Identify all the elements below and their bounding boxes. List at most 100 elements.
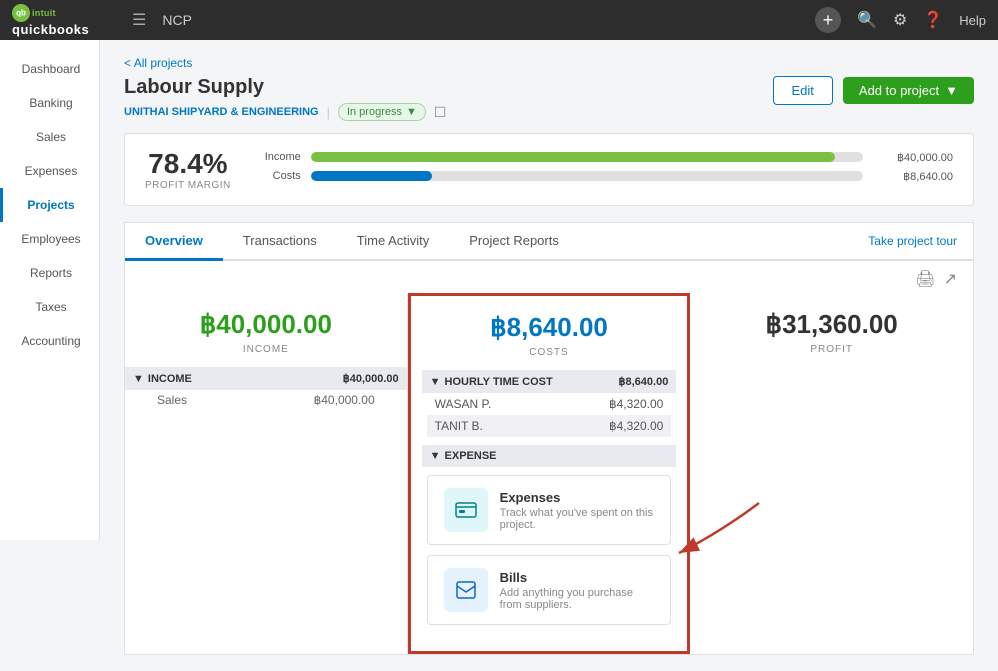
status-badge[interactable]: In progress ▼ xyxy=(338,103,426,121)
income-detail-header-amount: ฿40,000.00 xyxy=(343,372,399,385)
income-item-sales-amount: ฿40,000.00 xyxy=(314,393,375,407)
expense-collapse-icon[interactable]: ▼ xyxy=(430,450,441,462)
progress-section: 78.4% PROFIT MARGIN Income ฿40,000.00 Co… xyxy=(124,133,974,206)
status-label: In progress xyxy=(347,106,402,118)
tab-transactions[interactable]: Transactions xyxy=(223,223,337,261)
bills-card-text: Bills Add anything you purchase from sup… xyxy=(500,570,655,611)
print-icon[interactable]: 🖨 xyxy=(915,269,935,289)
wasan-label: WASAN P. xyxy=(435,397,492,411)
income-bar-amount: ฿40,000.00 xyxy=(873,151,953,164)
hourly-cost-label: HOURLY TIME COST xyxy=(445,376,553,388)
costs-bar-amount: ฿8,640.00 xyxy=(873,170,953,183)
expenses-card-icon xyxy=(444,488,488,532)
wasan-amount: ฿4,320.00 xyxy=(609,397,663,411)
project-title: Labour Supply xyxy=(124,76,446,99)
costs-bar-fill xyxy=(311,171,432,181)
tab-time-activity[interactable]: Time Activity xyxy=(337,223,449,261)
income-detail-item-sales: Sales ฿40,000.00 xyxy=(141,390,391,410)
help-circle-icon[interactable]: ❓ xyxy=(923,10,943,30)
main-content: All projects Labour Supply UNITHAI SHIPY… xyxy=(100,40,998,671)
costs-cell: ฿8,640.00 COSTS ▼ HOURLY TIME COST ฿8,64… xyxy=(408,293,691,654)
costs-amount: ฿8,640.00 xyxy=(427,312,672,343)
add-button[interactable]: + xyxy=(815,7,841,33)
expense-label: EXPENSE xyxy=(445,450,497,462)
sidebar-item-banking[interactable]: Banking xyxy=(0,86,99,120)
sidebar: Dashboard Banking Sales Expenses Project… xyxy=(0,40,100,540)
hamburger-icon[interactable]: ☰ xyxy=(132,10,146,30)
project-header: Labour Supply UNITHAI SHIPYARD & ENGINEE… xyxy=(124,76,974,121)
expenses-card-desc: Track what you've spent on this project. xyxy=(500,507,655,531)
income-collapse-icon[interactable]: ▼ xyxy=(133,373,144,385)
add-chevron-icon: ▼ xyxy=(945,83,958,98)
bookmark-icon[interactable]: ☐ xyxy=(434,104,447,121)
quickbooks-logo-icon: qb xyxy=(12,4,30,22)
income-cell: ฿40,000.00 INCOME ▼ INCOME ฿40,000.00 xyxy=(125,293,408,654)
costs-bar-row: Costs ฿8,640.00 xyxy=(261,170,953,183)
add-to-project-label: Add to project xyxy=(859,83,939,98)
status-chevron-icon: ▼ xyxy=(406,106,417,118)
bills-card-title: Bills xyxy=(500,570,655,585)
profit-cell: ฿31,360.00 PROFIT xyxy=(690,293,973,654)
income-bar-row: Income ฿40,000.00 xyxy=(261,151,953,164)
top-navigation: qb intuit quickbooks ☰ NCP + 🔍 ⚙ ❓ Help xyxy=(0,0,998,40)
logo-area: qb intuit quickbooks xyxy=(12,4,132,37)
edit-button[interactable]: Edit xyxy=(773,76,833,105)
expense-cards-container: Expenses Track what you've spent on this… xyxy=(427,475,672,625)
add-to-project-button[interactable]: Add to project ▼ xyxy=(843,77,974,104)
settings-icon[interactable]: ⚙ xyxy=(893,10,907,30)
tabs-bar: Overview Transactions Time Activity Proj… xyxy=(124,222,974,261)
profit-label: PROFIT xyxy=(706,344,957,355)
sidebar-item-taxes[interactable]: Taxes xyxy=(0,290,99,324)
hourly-item-tanit: TANIT B. ฿4,320.00 xyxy=(427,415,672,437)
summary-grid: ฿40,000.00 INCOME ▼ INCOME ฿40,000.00 xyxy=(124,293,974,655)
breadcrumb[interactable]: All projects xyxy=(124,56,974,70)
income-bar-label: Income xyxy=(261,151,301,163)
sidebar-item-employees[interactable]: Employees xyxy=(0,222,99,256)
income-bar-track xyxy=(311,152,863,162)
costs-label: COSTS xyxy=(427,347,672,358)
progress-bars: Income ฿40,000.00 Costs ฿8,640.00 xyxy=(261,151,953,189)
content-wrapper: ฿40,000.00 INCOME ▼ INCOME ฿40,000.00 xyxy=(124,293,974,655)
hourly-collapse-icon[interactable]: ▼ xyxy=(430,376,441,388)
toolbar: 🖨 ↗ xyxy=(124,261,974,293)
sidebar-item-dashboard[interactable]: Dashboard xyxy=(0,52,99,86)
profit-margin-value: 78.4% xyxy=(145,148,231,180)
sidebar-item-projects[interactable]: Projects xyxy=(0,188,99,222)
tanit-label: TANIT B. xyxy=(435,419,483,433)
export-icon[interactable]: ↗ xyxy=(944,269,957,289)
income-item-sales-label: Sales xyxy=(157,393,187,407)
sidebar-item-sales[interactable]: Sales xyxy=(0,120,99,154)
sidebar-item-reports[interactable]: Reports xyxy=(0,256,99,290)
company-name: NCP xyxy=(162,12,192,28)
hourly-cost-amount: ฿8,640.00 xyxy=(619,375,669,388)
take-project-tour-link[interactable]: Take project tour xyxy=(852,224,973,258)
tab-project-reports[interactable]: Project Reports xyxy=(449,223,579,261)
tanit-amount: ฿4,320.00 xyxy=(609,419,663,433)
bills-card[interactable]: Bills Add anything you purchase from sup… xyxy=(427,555,672,625)
bills-card-icon xyxy=(444,568,488,612)
company-link[interactable]: UNITHAI SHIPYARD & ENGINEERING xyxy=(124,106,319,118)
income-detail-header: ▼ INCOME ฿40,000.00 xyxy=(125,367,407,390)
help-label[interactable]: Help xyxy=(959,13,986,28)
bills-card-desc: Add anything you purchase from suppliers… xyxy=(500,587,655,611)
search-icon[interactable]: 🔍 xyxy=(857,10,877,30)
profit-margin-widget: 78.4% PROFIT MARGIN xyxy=(145,148,231,191)
income-bar-fill xyxy=(311,152,836,162)
nav-right-area: + 🔍 ⚙ ❓ Help xyxy=(815,7,986,33)
meta-divider: | xyxy=(327,105,330,120)
expenses-card[interactable]: Expenses Track what you've spent on this… xyxy=(427,475,672,545)
tab-list: Overview Transactions Time Activity Proj… xyxy=(125,223,973,261)
costs-bar-track xyxy=(311,171,863,181)
project-header-actions: Edit Add to project ▼ xyxy=(773,76,975,105)
sidebar-item-accounting[interactable]: Accounting xyxy=(0,324,99,358)
project-meta: UNITHAI SHIPYARD & ENGINEERING | In prog… xyxy=(124,103,446,121)
hourly-item-wasan: WASAN P. ฿4,320.00 xyxy=(427,393,672,415)
profit-amount: ฿31,360.00 xyxy=(706,309,957,340)
tab-overview[interactable]: Overview xyxy=(125,223,223,261)
sidebar-item-expenses[interactable]: Expenses xyxy=(0,154,99,188)
app-name-label: quickbooks xyxy=(12,22,89,37)
project-info: Labour Supply UNITHAI SHIPYARD & ENGINEE… xyxy=(124,76,446,121)
income-amount: ฿40,000.00 xyxy=(141,309,391,340)
profit-margin-label: PROFIT MARGIN xyxy=(145,180,231,191)
expense-header: ▼ EXPENSE xyxy=(422,445,677,467)
